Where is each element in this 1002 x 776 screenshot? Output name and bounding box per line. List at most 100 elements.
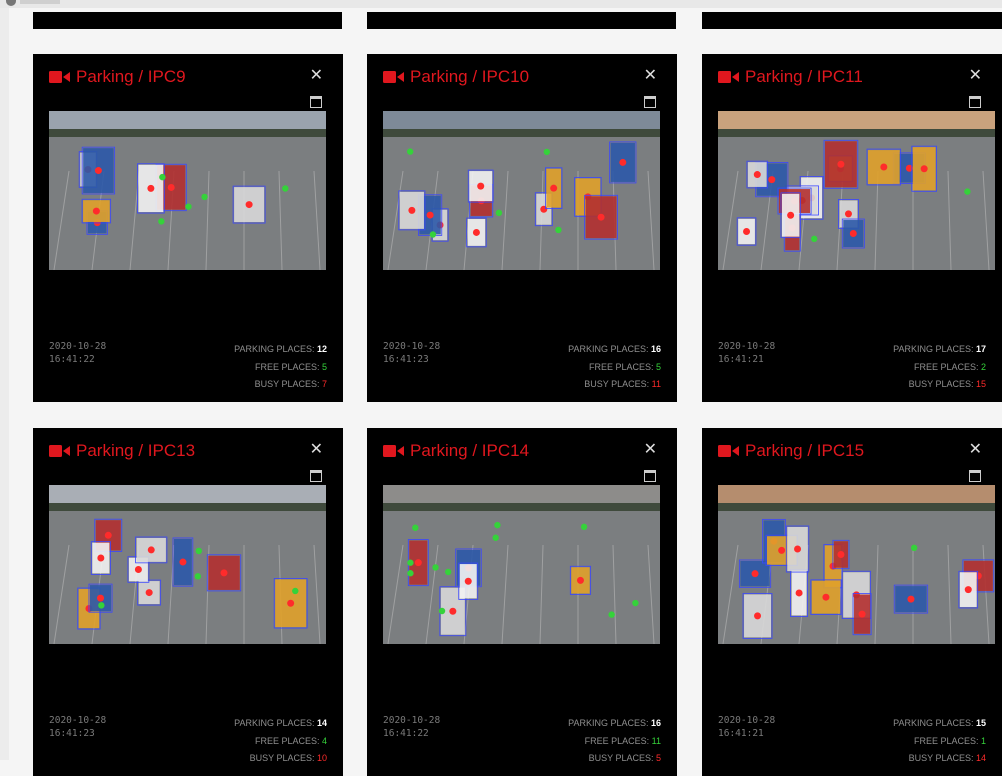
parking-places-label: PARKING PLACES: bbox=[893, 718, 976, 728]
parking-places-row: PARKING PLACES: 15 bbox=[893, 715, 986, 733]
timestamp: 2020-10-28 16:41:23 bbox=[49, 714, 106, 740]
camera-feed[interactable] bbox=[49, 111, 326, 270]
busy-places-label: BUSY PLACES: bbox=[249, 753, 317, 763]
free-places-value: 5 bbox=[655, 361, 661, 372]
parking-places-label: PARKING PLACES: bbox=[568, 718, 651, 728]
free-places-row: FREE PLACES: 2 bbox=[893, 359, 986, 377]
busy-places-row: BUSY PLACES: 10 bbox=[234, 750, 327, 768]
window-icon[interactable] bbox=[969, 96, 981, 108]
camera-title-text: Parking / IPC11 bbox=[745, 67, 863, 86]
timestamp: 2020-10-28 16:41:22 bbox=[383, 714, 440, 740]
busy-places-value: 5 bbox=[655, 753, 661, 763]
camera-card-partial bbox=[702, 12, 1002, 29]
busy-places-value: 15 bbox=[975, 379, 986, 389]
camera-title[interactable]: Parking / IPC11 bbox=[718, 67, 863, 87]
busy-places-value: 10 bbox=[316, 753, 327, 763]
timestamp: 2020-10-28 16:41:22 bbox=[49, 340, 106, 366]
window-icon[interactable] bbox=[310, 96, 322, 108]
free-places-value: 2 bbox=[980, 361, 986, 372]
camera-title[interactable]: Parking / IPC9 bbox=[49, 67, 186, 87]
camera-card: Parking / IPC13 ✕ 2020-10-28 16:41:23 PA… bbox=[33, 428, 343, 776]
parking-places-row: PARKING PLACES: 14 bbox=[234, 715, 327, 733]
camera-feed[interactable] bbox=[718, 111, 995, 270]
camera-card: Parking / IPC15 ✕ 2020-10-28 16:41:21 PA… bbox=[702, 428, 1002, 776]
parking-places-label: PARKING PLACES: bbox=[893, 344, 976, 354]
window-icon[interactable] bbox=[310, 470, 322, 482]
parking-stats: PARKING PLACES: 17 FREE PLACES: 2 BUSY P… bbox=[893, 341, 986, 394]
timestamp: 2020-10-28 16:41:21 bbox=[718, 340, 775, 366]
window-icon[interactable] bbox=[644, 470, 656, 482]
video-camera-icon bbox=[49, 70, 71, 84]
timestamp: 2020-10-28 16:41:21 bbox=[718, 714, 775, 740]
camera-feed[interactable] bbox=[383, 485, 660, 644]
parking-places-value: 14 bbox=[316, 718, 327, 728]
parking-stats: PARKING PLACES: 16 FREE PLACES: 5 BUSY P… bbox=[568, 341, 661, 394]
timestamp-date: 2020-10-28 bbox=[718, 715, 776, 726]
timestamp-time: 16:41:23 bbox=[383, 354, 429, 365]
camera-title[interactable]: Parking / IPC13 bbox=[49, 441, 195, 461]
camera-feed[interactable] bbox=[49, 485, 326, 644]
camera-title[interactable]: Parking / IPC14 bbox=[383, 441, 529, 461]
timestamp-time: 16:41:22 bbox=[383, 728, 429, 739]
free-places-label: FREE PLACES: bbox=[913, 361, 981, 372]
camera-title-text: Parking / IPC9 bbox=[76, 67, 186, 86]
video-camera-icon bbox=[383, 70, 405, 84]
free-places-value: 11 bbox=[651, 735, 661, 746]
close-icon[interactable]: ✕ bbox=[310, 68, 323, 84]
video-camera-icon bbox=[383, 444, 405, 458]
busy-places-label: BUSY PLACES: bbox=[588, 753, 656, 763]
parking-places-label: PARKING PLACES: bbox=[234, 718, 317, 728]
camera-card-partial bbox=[367, 12, 676, 29]
busy-places-label: BUSY PLACES: bbox=[584, 379, 652, 389]
camera-card: Parking / IPC11 ✕ 2020-10-28 16:41:21 PA… bbox=[702, 54, 1002, 402]
busy-places-label: BUSY PLACES: bbox=[254, 379, 322, 389]
camera-title[interactable]: Parking / IPC10 bbox=[383, 67, 529, 87]
timestamp-time: 16:41:21 bbox=[718, 354, 764, 365]
timestamp-date: 2020-10-28 bbox=[383, 715, 441, 726]
busy-places-value: 7 bbox=[321, 379, 327, 389]
camera-feed[interactable] bbox=[718, 485, 995, 644]
camera-title[interactable]: Parking / IPC15 bbox=[718, 441, 864, 461]
free-places-label: FREE PLACES: bbox=[588, 361, 656, 372]
top-strip bbox=[0, 0, 1002, 8]
busy-places-row: BUSY PLACES: 11 bbox=[568, 376, 661, 394]
camera-feed[interactable] bbox=[383, 111, 660, 270]
timestamp-time: 16:41:21 bbox=[718, 728, 764, 739]
parking-places-value: 12 bbox=[316, 344, 327, 354]
parking-places-label: PARKING PLACES: bbox=[234, 344, 317, 354]
busy-places-row: BUSY PLACES: 14 bbox=[893, 750, 986, 768]
free-places-label: FREE PLACES: bbox=[913, 735, 981, 746]
window-icon[interactable] bbox=[644, 96, 656, 108]
camera-title-text: Parking / IPC14 bbox=[410, 441, 530, 460]
close-icon[interactable]: ✕ bbox=[969, 68, 982, 84]
close-icon[interactable]: ✕ bbox=[644, 442, 657, 458]
timestamp: 2020-10-28 16:41:23 bbox=[383, 340, 440, 366]
app-icon bbox=[6, 0, 16, 6]
free-places-row: FREE PLACES: 5 bbox=[234, 359, 327, 377]
parking-places-value: 17 bbox=[975, 344, 986, 354]
camera-card: Parking / IPC10 ✕ 2020-10-28 16:41:23 PA… bbox=[367, 54, 677, 402]
busy-places-label: BUSY PLACES: bbox=[908, 753, 976, 763]
free-places-label: FREE PLACES: bbox=[584, 735, 652, 746]
timestamp-date: 2020-10-28 bbox=[383, 341, 441, 352]
close-icon[interactable]: ✕ bbox=[310, 442, 323, 458]
busy-places-row: BUSY PLACES: 7 bbox=[234, 376, 327, 394]
parking-stats: PARKING PLACES: 12 FREE PLACES: 5 BUSY P… bbox=[234, 341, 327, 394]
parking-places-label: PARKING PLACES: bbox=[568, 344, 651, 354]
free-places-value: 1 bbox=[980, 735, 986, 746]
free-places-value: 4 bbox=[321, 735, 327, 746]
timestamp-time: 16:41:23 bbox=[49, 728, 95, 739]
busy-places-row: BUSY PLACES: 15 bbox=[893, 376, 986, 394]
parking-places-row: PARKING PLACES: 16 bbox=[568, 715, 661, 733]
busy-places-label: BUSY PLACES: bbox=[908, 379, 976, 389]
timestamp-time: 16:41:22 bbox=[49, 354, 95, 365]
close-icon[interactable]: ✕ bbox=[644, 68, 657, 84]
close-icon[interactable]: ✕ bbox=[969, 442, 982, 458]
camera-title-text: Parking / IPC10 bbox=[410, 67, 530, 86]
parking-places-row: PARKING PLACES: 16 bbox=[568, 341, 661, 359]
parking-places-row: PARKING PLACES: 12 bbox=[234, 341, 327, 359]
video-camera-icon bbox=[718, 70, 740, 84]
camera-card: Parking / IPC14 ✕ 2020-10-28 16:41:22 PA… bbox=[367, 428, 677, 776]
free-places-label: FREE PLACES: bbox=[254, 735, 322, 746]
window-icon[interactable] bbox=[969, 470, 981, 482]
